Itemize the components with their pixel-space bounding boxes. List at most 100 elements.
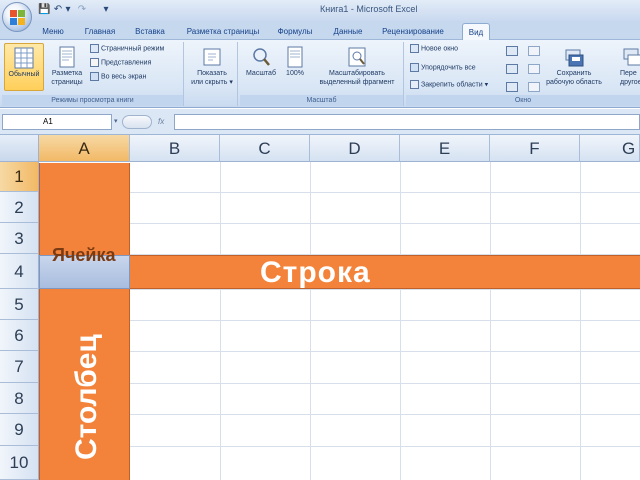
row-header-9[interactable]: 9 bbox=[0, 414, 39, 446]
grid-line bbox=[580, 162, 581, 480]
tab-view[interactable]: Вид bbox=[462, 23, 490, 40]
tab-page-layout[interactable]: Разметка страницы bbox=[180, 23, 266, 40]
show-hide-label-2: или скрыть bbox=[191, 79, 228, 86]
unhide-window-icon[interactable] bbox=[506, 82, 518, 92]
row-header-7[interactable]: 7 bbox=[0, 351, 39, 383]
sync-scroll-icon[interactable] bbox=[528, 64, 540, 74]
group-label-window: Окно bbox=[406, 95, 640, 106]
group-label-zoom: Масштаб bbox=[240, 95, 403, 106]
row-header-4[interactable]: 4 bbox=[0, 254, 39, 289]
freeze-panes-button[interactable]: Закрепить области ▾ bbox=[410, 80, 488, 92]
new-window-button[interactable]: Новое окно bbox=[410, 44, 458, 56]
page-layout-button[interactable]: Разметка страницы bbox=[46, 43, 88, 91]
insert-function-icon[interactable]: fx bbox=[158, 114, 172, 130]
zoom-to-selection-button[interactable]: Масштабировать выделенный фрагмент bbox=[312, 43, 402, 91]
excel-window: 💾 ↶ ▾ ↷ ▾ Книга1 - Microsoft Excel Меню … bbox=[0, 0, 640, 480]
select-all-corner[interactable] bbox=[0, 135, 39, 162]
save-workspace-button[interactable]: Сохранить рабочую область bbox=[546, 43, 602, 91]
arrange-all-label: Упорядочить все bbox=[421, 64, 476, 72]
office-button[interactable] bbox=[2, 2, 32, 32]
row-4-highlight[interactable] bbox=[130, 255, 640, 289]
column-header-a[interactable]: A bbox=[39, 135, 130, 162]
zoom-selection-label-1: Масштабировать bbox=[329, 70, 385, 77]
grid-line bbox=[220, 162, 221, 480]
show-hide-icon bbox=[203, 48, 221, 66]
split-icon[interactable] bbox=[506, 46, 518, 56]
formula-input[interactable] bbox=[174, 114, 640, 130]
save-workspace-icon bbox=[565, 49, 584, 67]
column-header-f[interactable]: F bbox=[490, 135, 580, 162]
page-break-view-button[interactable]: Страничный режим bbox=[90, 44, 164, 56]
row-header-10[interactable]: 10 bbox=[0, 446, 39, 480]
zoom-label: Масштаб bbox=[246, 70, 276, 77]
tab-review[interactable]: Рецензирование bbox=[378, 23, 448, 40]
new-window-label: Новое окно bbox=[421, 45, 459, 53]
group-window: Новое окно Упорядочить все Закрепить обл… bbox=[406, 42, 640, 106]
column-header-e[interactable]: E bbox=[400, 135, 490, 162]
zoom-100-label: 100% bbox=[286, 70, 304, 77]
redo-icon[interactable]: ↷ bbox=[76, 3, 88, 17]
redo-glyph: ↷ bbox=[77, 4, 87, 15]
show-hide-button[interactable]: Показать или скрыть ▾ bbox=[188, 43, 236, 91]
arrange-all-button[interactable]: Упорядочить все bbox=[410, 63, 476, 75]
freeze-panes-icon bbox=[410, 80, 419, 89]
group-zoom: Масштаб 100% Масштабировать выделенный ф… bbox=[240, 42, 404, 106]
zoom-100-button[interactable]: 100% bbox=[280, 43, 310, 91]
customize-toolbar-icon[interactable]: ▾ bbox=[102, 3, 110, 17]
save-icon[interactable]: 💾 bbox=[38, 3, 50, 17]
column-header-c[interactable]: C bbox=[220, 135, 310, 162]
full-screen-button[interactable]: Во весь экран bbox=[90, 72, 146, 84]
window-title: Книга1 - Microsoft Excel bbox=[320, 4, 418, 14]
row-annotation: Строка bbox=[260, 256, 371, 289]
grid-line bbox=[310, 162, 311, 480]
zoom-100-icon bbox=[287, 46, 303, 68]
full-screen-icon bbox=[90, 72, 99, 81]
show-hide-arrow-icon: ▾ bbox=[229, 79, 233, 86]
row-header-2[interactable]: 2 bbox=[0, 192, 39, 223]
freeze-panes-label: Закрепить области bbox=[421, 81, 483, 89]
formula-bar: A1 ▾ fx bbox=[0, 109, 640, 135]
undo-dropdown-icon[interactable]: ▾ bbox=[64, 3, 72, 17]
row-header-1[interactable]: 1 bbox=[0, 162, 39, 192]
formula-splitter-handle[interactable] bbox=[122, 115, 152, 129]
freeze-panes-arrow-icon: ▾ bbox=[484, 81, 489, 89]
reset-position-icon[interactable] bbox=[528, 82, 540, 92]
custom-views-button[interactable]: Представления bbox=[90, 58, 151, 70]
tab-home[interactable]: Главная bbox=[80, 23, 120, 40]
name-box[interactable]: A1 bbox=[2, 114, 112, 130]
column-header-b[interactable]: B bbox=[130, 135, 220, 162]
row-header-5[interactable]: 5 bbox=[0, 289, 39, 320]
save-glyph: 💾 bbox=[38, 4, 51, 15]
undo-icon[interactable]: ↶ bbox=[52, 3, 64, 17]
grid-icon bbox=[14, 47, 34, 69]
title-bar: 💾 ↶ ▾ ↷ ▾ Книга1 - Microsoft Excel bbox=[0, 0, 640, 21]
tab-insert[interactable]: Вставка bbox=[130, 23, 170, 40]
group-workbook-views: Обычный Разметка страницы Страничный реж… bbox=[2, 42, 184, 106]
group-show-hide: Показать или скрыть ▾ bbox=[186, 42, 238, 106]
custom-views-label: Представления bbox=[101, 59, 152, 67]
page-layout-label-2: страницы bbox=[51, 79, 83, 86]
tab-menu[interactable]: Меню bbox=[36, 23, 70, 40]
column-header-g[interactable]: G bbox=[580, 135, 640, 162]
row-header-6[interactable]: 6 bbox=[0, 320, 39, 351]
row-header-8[interactable]: 8 bbox=[0, 383, 39, 414]
cell-annotation: Ячейка bbox=[52, 245, 116, 265]
column-header-d[interactable]: D bbox=[310, 135, 400, 162]
undo-dropdown-glyph: ▾ bbox=[65, 4, 71, 15]
zoom-button[interactable]: Масштаб bbox=[244, 43, 278, 91]
tab-formulas[interactable]: Формулы bbox=[272, 23, 318, 40]
normal-view-button[interactable]: Обычный bbox=[4, 43, 44, 91]
full-screen-label: Во весь экран bbox=[101, 73, 147, 81]
row-header-3[interactable]: 3 bbox=[0, 223, 39, 254]
page-break-label: Страничный режим bbox=[101, 45, 165, 53]
tab-data[interactable]: Данные bbox=[328, 23, 368, 40]
save-workspace-label-2: рабочую область bbox=[546, 79, 602, 86]
page-layout-label-1: Разметка bbox=[51, 70, 83, 77]
name-box-dropdown-icon[interactable]: ▾ bbox=[114, 117, 122, 127]
switch-windows-button[interactable]: Пере другое bbox=[616, 43, 640, 91]
side-by-side-icon[interactable] bbox=[528, 46, 540, 56]
new-window-icon bbox=[410, 44, 419, 53]
normal-view-label: Обычный bbox=[8, 71, 40, 78]
hide-window-icon[interactable] bbox=[506, 64, 518, 74]
show-hide-label-1: Показать bbox=[197, 70, 227, 77]
